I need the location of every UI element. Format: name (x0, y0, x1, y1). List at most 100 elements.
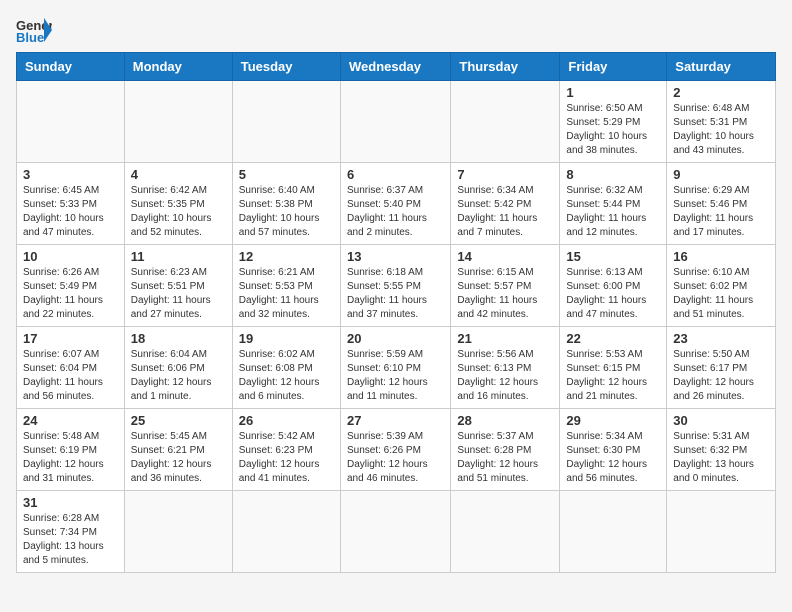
day-number: 13 (347, 249, 444, 264)
day-number: 12 (239, 249, 334, 264)
calendar-cell (451, 491, 560, 573)
calendar-cell: 19 Sunrise: 6:02 AM Sunset: 6:08 PM Dayli… (232, 327, 340, 409)
calendar-week-1: 1Sunrise: 6:50 AM Sunset: 5:29 PM Daylig… (17, 81, 776, 163)
calendar-cell: 26 Sunrise: 5:42 AM Sunset: 6:23 PM Dayli… (232, 409, 340, 491)
calendar-week-6: 31 Sunrise: 6:28 AM Sunset: 7:34 PM Dayli… (17, 491, 776, 573)
day-number: 15 (566, 249, 660, 264)
calendar-cell: 10Sunrise: 6:26 AM Sunset: 5:49 PM Dayli… (17, 245, 125, 327)
calendar-cell (340, 491, 450, 573)
calendar-table: SundayMondayTuesdayWednesdayThursdayFrid… (16, 52, 776, 573)
calendar-cell: 3 Sunrise: 6:45 AM Sunset: 5:33 PM Daylig… (17, 163, 125, 245)
day-info: Sunrise: 5:56 AM Sunset: 6:13 PM Dayligh… (457, 348, 553, 404)
calendar-cell: 16Sunrise: 6:10 AM Sunset: 6:02 PM Dayli… (667, 245, 776, 327)
day-number: 30 (673, 413, 769, 428)
calendar-cell: 23 Sunrise: 5:50 AM Sunset: 6:17 PM Dayli… (667, 327, 776, 409)
day-number: 25 (131, 413, 226, 428)
day-number: 2 (673, 85, 769, 100)
calendar-cell: 15 Sunrise: 6:13 AM Sunset: 6:00 PM Dayli… (560, 245, 667, 327)
day-number: 28 (457, 413, 553, 428)
day-info: Sunrise: 6:42 AM Sunset: 5:35 PM Dayligh… (131, 184, 226, 240)
weekday-header-sunday: Sunday (17, 53, 125, 81)
day-number: 18 (131, 331, 226, 346)
day-info: Sunrise: 6:28 AM Sunset: 7:34 PM Dayligh… (23, 512, 118, 568)
day-info: Sunrise: 5:50 AM Sunset: 6:17 PM Dayligh… (673, 348, 769, 404)
calendar-cell (232, 491, 340, 573)
day-info: Sunrise: 6:45 AM Sunset: 5:33 PM Dayligh… (23, 184, 118, 240)
day-info: Sunrise: 6:13 AM Sunset: 6:00 PM Dayligh… (566, 266, 660, 322)
calendar-cell: 14Sunrise: 6:15 AM Sunset: 5:57 PM Dayli… (451, 245, 560, 327)
calendar-cell: 7 Sunrise: 6:34 AM Sunset: 5:42 PM Daylig… (451, 163, 560, 245)
calendar-cell: 17 Sunrise: 6:07 AM Sunset: 6:04 PM Dayli… (17, 327, 125, 409)
day-info: Sunrise: 6:02 AM Sunset: 6:08 PM Dayligh… (239, 348, 334, 404)
day-number: 19 (239, 331, 334, 346)
weekday-header-wednesday: Wednesday (340, 53, 450, 81)
day-info: Sunrise: 6:48 AM Sunset: 5:31 PM Dayligh… (673, 102, 769, 158)
day-number: 3 (23, 167, 118, 182)
logo-icon: General Blue (16, 16, 52, 44)
calendar-cell: 29Sunrise: 5:34 AM Sunset: 6:30 PM Dayli… (560, 409, 667, 491)
calendar-cell: 12 Sunrise: 6:21 AM Sunset: 5:53 PM Dayli… (232, 245, 340, 327)
calendar-cell: 11Sunrise: 6:23 AM Sunset: 5:51 PM Dayli… (124, 245, 232, 327)
calendar-cell: 18 Sunrise: 6:04 AM Sunset: 6:06 PM Dayli… (124, 327, 232, 409)
calendar-cell: 2 Sunrise: 6:48 AM Sunset: 5:31 PM Daylig… (667, 81, 776, 163)
day-number: 23 (673, 331, 769, 346)
calendar-cell: 28Sunrise: 5:37 AM Sunset: 6:28 PM Dayli… (451, 409, 560, 491)
calendar-cell: 24 Sunrise: 5:48 AM Sunset: 6:19 PM Dayli… (17, 409, 125, 491)
day-info: Sunrise: 5:34 AM Sunset: 6:30 PM Dayligh… (566, 430, 660, 486)
calendar-week-2: 3 Sunrise: 6:45 AM Sunset: 5:33 PM Daylig… (17, 163, 776, 245)
day-number: 26 (239, 413, 334, 428)
day-number: 6 (347, 167, 444, 182)
weekday-header-tuesday: Tuesday (232, 53, 340, 81)
calendar-cell (667, 491, 776, 573)
day-info: Sunrise: 6:34 AM Sunset: 5:42 PM Dayligh… (457, 184, 553, 240)
day-info: Sunrise: 6:37 AM Sunset: 5:40 PM Dayligh… (347, 184, 444, 240)
day-number: 7 (457, 167, 553, 182)
day-info: Sunrise: 6:40 AM Sunset: 5:38 PM Dayligh… (239, 184, 334, 240)
weekday-header-friday: Friday (560, 53, 667, 81)
calendar-cell: 31 Sunrise: 6:28 AM Sunset: 7:34 PM Dayli… (17, 491, 125, 573)
calendar-cell: 6 Sunrise: 6:37 AM Sunset: 5:40 PM Daylig… (340, 163, 450, 245)
logo: General Blue (16, 16, 56, 44)
calendar-cell (124, 81, 232, 163)
day-number: 8 (566, 167, 660, 182)
calendar-cell: 4 Sunrise: 6:42 AM Sunset: 5:35 PM Daylig… (124, 163, 232, 245)
day-info: Sunrise: 5:53 AM Sunset: 6:15 PM Dayligh… (566, 348, 660, 404)
day-number: 1 (566, 85, 660, 100)
calendar-cell: 8Sunrise: 6:32 AM Sunset: 5:44 PM Daylig… (560, 163, 667, 245)
calendar-cell: 20 Sunrise: 5:59 AM Sunset: 6:10 PM Dayli… (340, 327, 450, 409)
day-info: Sunrise: 6:10 AM Sunset: 6:02 PM Dayligh… (673, 266, 769, 322)
day-info: Sunrise: 6:18 AM Sunset: 5:55 PM Dayligh… (347, 266, 444, 322)
day-number: 21 (457, 331, 553, 346)
calendar-cell: 27 Sunrise: 5:39 AM Sunset: 6:26 PM Dayli… (340, 409, 450, 491)
day-number: 14 (457, 249, 553, 264)
calendar-cell: 21 Sunrise: 5:56 AM Sunset: 6:13 PM Dayli… (451, 327, 560, 409)
day-number: 4 (131, 167, 226, 182)
day-number: 31 (23, 495, 118, 510)
calendar-cell: 25Sunrise: 5:45 AM Sunset: 6:21 PM Dayli… (124, 409, 232, 491)
day-number: 17 (23, 331, 118, 346)
weekday-header-row: SundayMondayTuesdayWednesdayThursdayFrid… (17, 53, 776, 81)
day-info: Sunrise: 6:07 AM Sunset: 6:04 PM Dayligh… (23, 348, 118, 404)
day-info: Sunrise: 5:39 AM Sunset: 6:26 PM Dayligh… (347, 430, 444, 486)
day-info: Sunrise: 5:59 AM Sunset: 6:10 PM Dayligh… (347, 348, 444, 404)
day-info: Sunrise: 5:48 AM Sunset: 6:19 PM Dayligh… (23, 430, 118, 486)
day-info: Sunrise: 6:04 AM Sunset: 6:06 PM Dayligh… (131, 348, 226, 404)
weekday-header-thursday: Thursday (451, 53, 560, 81)
calendar-cell: 13 Sunrise: 6:18 AM Sunset: 5:55 PM Dayli… (340, 245, 450, 327)
calendar-cell: 22 Sunrise: 5:53 AM Sunset: 6:15 PM Dayli… (560, 327, 667, 409)
day-number: 20 (347, 331, 444, 346)
calendar-cell: 9Sunrise: 6:29 AM Sunset: 5:46 PM Daylig… (667, 163, 776, 245)
calendar-cell (17, 81, 125, 163)
day-number: 27 (347, 413, 444, 428)
day-info: Sunrise: 6:21 AM Sunset: 5:53 PM Dayligh… (239, 266, 334, 322)
calendar-cell (232, 81, 340, 163)
day-number: 10 (23, 249, 118, 264)
weekday-header-saturday: Saturday (667, 53, 776, 81)
calendar-cell (340, 81, 450, 163)
day-number: 24 (23, 413, 118, 428)
day-number: 9 (673, 167, 769, 182)
calendar-cell (560, 491, 667, 573)
day-info: Sunrise: 5:42 AM Sunset: 6:23 PM Dayligh… (239, 430, 334, 486)
calendar-week-5: 24 Sunrise: 5:48 AM Sunset: 6:19 PM Dayli… (17, 409, 776, 491)
day-number: 22 (566, 331, 660, 346)
